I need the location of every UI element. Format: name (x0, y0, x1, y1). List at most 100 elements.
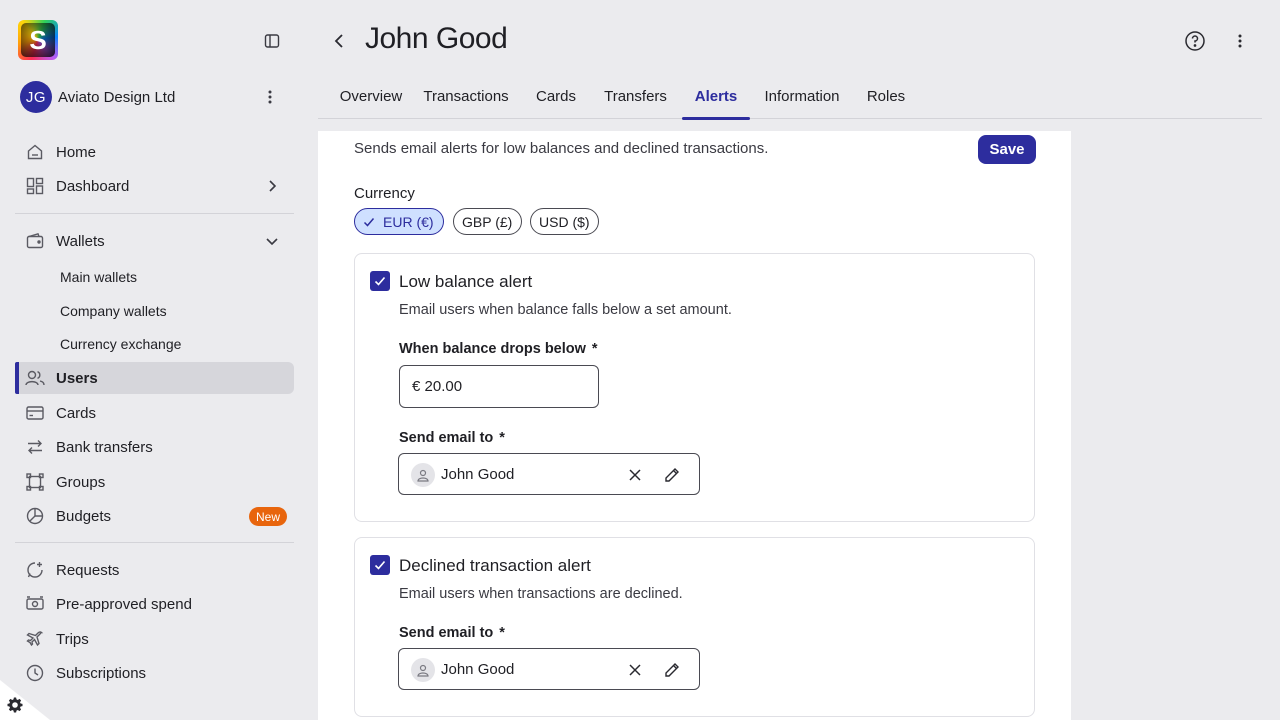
home-icon (24, 141, 46, 163)
currency-chip-label: GBP (£) (462, 213, 513, 230)
chevron-right-icon (269, 180, 277, 192)
declined-transaction-checkbox[interactable] (370, 555, 390, 575)
recipient-name: John Good (441, 661, 515, 678)
sidebar-item-label: Budgets (56, 507, 112, 525)
sidebar-item-trips[interactable]: Trips (15, 623, 294, 655)
low-balance-checkbox[interactable] (370, 271, 390, 291)
required-mark: * (499, 430, 505, 446)
sidebar-item-wallets[interactable]: Wallets (15, 225, 294, 257)
threshold-label: When balance drops below * (399, 341, 598, 357)
sidebar-item-label: Bank transfers (56, 438, 153, 456)
save-button[interactable]: Save (978, 135, 1036, 164)
tab-roles[interactable]: Roles (867, 74, 905, 119)
requests-icon (24, 559, 46, 581)
check-icon (374, 560, 386, 570)
org-switcher[interactable]: JG Aviato Design Ltd (20, 81, 290, 113)
card-icon (24, 402, 46, 424)
chevron-down-icon (266, 238, 278, 246)
dashboard-icon (24, 175, 46, 197)
low-balance-recipient-field[interactable]: John Good (398, 453, 700, 495)
sidebar-item-label: Pre-approved spend (56, 595, 192, 613)
more-options-button[interactable] (1230, 31, 1250, 51)
page-title: John Good (365, 22, 508, 55)
users-icon (24, 367, 46, 389)
threshold-amount-input[interactable] (399, 365, 599, 408)
sidebar-subitem-currency-exchange[interactable]: Currency exchange (60, 336, 181, 352)
chevron-left-icon (334, 34, 343, 48)
org-name: Aviato Design Ltd (58, 88, 176, 106)
subscriptions-icon (24, 662, 46, 684)
gear-icon[interactable] (7, 697, 23, 713)
app-logo-letter: S (21, 23, 55, 57)
currency-chip-usd[interactable]: USD ($) (530, 208, 599, 235)
app-logo[interactable]: S (18, 20, 58, 60)
wallet-icon (24, 230, 46, 252)
sidebar-item-label: Dashboard (56, 177, 130, 195)
low-balance-email-label: Send email to * (399, 430, 505, 446)
budget-icon (24, 505, 46, 527)
low-balance-description: Email users when balance falls below a s… (399, 302, 732, 318)
sidebar-item-label: Subscriptions (56, 664, 147, 682)
close-icon[interactable] (627, 662, 643, 678)
check-icon (363, 217, 375, 227)
sidebar-item-label: Cards (56, 404, 97, 422)
sidebar-item-home[interactable]: Home (15, 136, 294, 168)
sidebar-subitem-main-wallets[interactable]: Main wallets (60, 269, 137, 285)
declined-transaction-card: Declined transaction alert Email users w… (354, 537, 1035, 717)
required-mark: * (499, 625, 505, 641)
declined-transaction-title: Declined transaction alert (399, 556, 591, 575)
sidebar-item-label: Users (56, 369, 98, 387)
sidebar-item-pre-approved-spend[interactable]: Pre-approved spend (15, 588, 294, 620)
currency-chip-eur[interactable]: EUR (€) (354, 208, 444, 235)
recipient-name: John Good (441, 466, 515, 483)
groups-icon (24, 471, 46, 493)
sidebar-item-label: Wallets (56, 232, 105, 250)
email-label-text: Send email to (399, 430, 494, 446)
sidebar: S JG Aviato Design Ltd Home Dashboard Wa… (0, 0, 310, 720)
sidebar-item-label: Groups (56, 473, 106, 491)
currency-label: Currency (354, 185, 415, 202)
close-icon[interactable] (627, 467, 643, 483)
sidebar-item-cards[interactable]: Cards (15, 397, 294, 429)
check-icon (374, 276, 386, 286)
sidebar-item-budgets[interactable]: Budgets New (15, 500, 294, 532)
required-mark: * (591, 341, 598, 357)
tab-transactions[interactable]: Transactions (423, 74, 508, 119)
threshold-label-text: When balance drops below (399, 341, 586, 357)
sidebar-item-dashboard[interactable]: Dashboard (15, 170, 294, 202)
new-badge: New (248, 507, 287, 526)
sidebar-item-groups[interactable]: Groups (15, 466, 294, 498)
tab-information[interactable]: Information (764, 74, 839, 119)
tab-cards[interactable]: Cards (536, 74, 576, 119)
low-balance-title: Low balance alert (399, 272, 533, 291)
plane-icon (24, 628, 46, 650)
tab-overview[interactable]: Overview (333, 74, 409, 119)
user-icon (411, 463, 435, 487)
sidebar-item-bank-transfers[interactable]: Bank transfers (15, 431, 294, 463)
sidebar-subitem-company-wallets[interactable]: Company wallets (60, 303, 167, 319)
sidebar-item-requests[interactable]: Requests (15, 554, 294, 586)
sidebar-item-label: Trips (56, 630, 89, 648)
pencil-icon[interactable] (664, 662, 680, 678)
sidebar-item-users[interactable]: Users (15, 362, 294, 394)
low-balance-card: Low balance alert Email users when balan… (354, 253, 1035, 522)
tab-bar: Overview Transactions Cards Transfers Al… (318, 74, 1262, 120)
sidebar-item-subscriptions[interactable]: Subscriptions (15, 657, 294, 689)
sidebar-toggle-icon[interactable] (262, 31, 282, 51)
declined-email-label: Send email to * (399, 625, 505, 641)
email-label-text: Send email to (399, 625, 494, 641)
tab-transfers[interactable]: Transfers (604, 74, 667, 119)
currency-chip-label: EUR (€) (383, 213, 434, 230)
pencil-icon[interactable] (664, 467, 680, 483)
preapproved-icon (24, 593, 46, 615)
transfer-icon (24, 436, 46, 458)
tab-alerts[interactable]: Alerts (682, 74, 750, 120)
org-more-icon[interactable] (260, 87, 280, 107)
currency-chip-gbp[interactable]: GBP (£) (453, 208, 522, 235)
more-vertical-icon (1238, 34, 1242, 48)
declined-recipient-field[interactable]: John Good (398, 648, 700, 690)
help-icon[interactable] (1183, 29, 1207, 53)
currency-chip-label: USD ($) (539, 213, 590, 230)
back-button[interactable] (329, 31, 349, 51)
sidebar-divider (15, 542, 294, 543)
